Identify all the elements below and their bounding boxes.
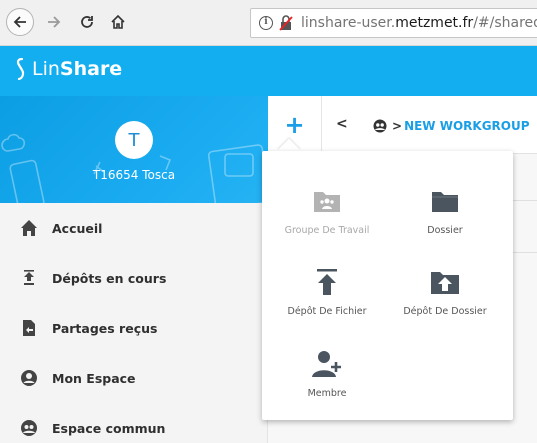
- menu-item-depot-de-fichier[interactable]: Dépôt De Fichier: [267, 268, 387, 317]
- menu-item-label: Dépôt De Fichier: [287, 306, 367, 317]
- url-text: linshare-user.metzmet.fr/#/sharedsp: [301, 15, 537, 31]
- sidebar-item-depots-en-cours[interactable]: Dépôts en cours: [0, 253, 268, 303]
- menu-item-label: Dossier: [427, 225, 463, 236]
- sidebar-item-label: Accueil: [52, 220, 103, 236]
- info-icon[interactable]: i: [259, 16, 273, 30]
- add-member-icon: [312, 350, 342, 378]
- home-icon: [20, 219, 38, 237]
- logo-text-share: Share: [59, 58, 123, 80]
- sidebar-item-label: Dépôts en cours: [52, 270, 167, 286]
- reload-icon: [81, 16, 93, 28]
- upload-file-icon: [312, 268, 342, 296]
- breadcrumb-workgroup-link[interactable]: NEW WORKGROUP: [404, 119, 529, 133]
- breadcrumb-separator: >: [392, 119, 403, 133]
- menu-item-label: Membre: [307, 388, 347, 399]
- home-icon: [111, 14, 125, 29]
- sidebar-item-label: Partages reçus: [52, 320, 158, 336]
- address-bar[interactable]: i linshare-user.metzmet.fr/#/sharedsp: [250, 8, 537, 38]
- url-prefix: linshare-user.: [301, 15, 396, 31]
- folder-icon: [430, 187, 460, 215]
- sidebar-item-mon-espace[interactable]: Mon Espace: [0, 353, 268, 403]
- upload-queue-icon: [20, 269, 38, 287]
- browser-reload-button[interactable]: [73, 8, 101, 36]
- browser-back-button[interactable]: [6, 8, 34, 36]
- received-shares-icon: [20, 319, 38, 337]
- sidebar-item-label: Espace commun: [52, 420, 166, 436]
- list-divider: [513, 252, 537, 253]
- sidebar: Accueil Dépôts en cours Partages reçus M…: [0, 203, 268, 443]
- menu-item-groupe-de-travail[interactable]: Groupe De Travail: [267, 187, 387, 236]
- linshare-logo-icon: [16, 58, 25, 80]
- arrow-right-icon: [48, 16, 61, 28]
- personal-space-icon: [20, 369, 38, 387]
- browser-forward-button[interactable]: [40, 8, 68, 36]
- user-name: T16654 Tosca: [92, 168, 176, 182]
- workgroup-members-icon: [373, 119, 387, 133]
- menu-item-membre[interactable]: Membre: [267, 350, 387, 399]
- sidebar-item-espace-commun[interactable]: Espace commun: [0, 403, 268, 443]
- list-divider: [513, 200, 537, 201]
- menu-item-depot-de-dossier[interactable]: Dépôt De Dossier: [385, 268, 505, 317]
- browser-home-button[interactable]: [104, 8, 132, 36]
- back-chevron-icon[interactable]: <: [336, 116, 348, 132]
- sidebar-item-partages-recus[interactable]: Partages reçus: [0, 303, 268, 353]
- sidebar-item-accueil[interactable]: Accueil: [0, 203, 268, 253]
- logo-text-lin: Lin: [32, 58, 60, 80]
- sidebar-item-label: Mon Espace: [52, 370, 136, 386]
- insecure-lock-icon[interactable]: [279, 15, 293, 31]
- shared-space-icon: [20, 419, 38, 437]
- url-host: metzmet.fr: [395, 15, 474, 31]
- upload-folder-icon: [430, 268, 460, 296]
- arrow-left-icon: [13, 16, 26, 28]
- breadcrumb: > NEW WORKGROUP: [372, 119, 530, 133]
- linshare-logo[interactable]: Lin Share: [14, 58, 122, 80]
- url-suffix: /#/sharedsp: [473, 15, 537, 31]
- avatar[interactable]: T: [115, 121, 153, 159]
- workgroup-folder-icon: [312, 187, 342, 215]
- menu-item-label: Groupe De Travail: [284, 225, 370, 236]
- menu-item-label: Dépôt De Dossier: [403, 306, 487, 317]
- menu-item-dossier[interactable]: Dossier: [385, 187, 505, 236]
